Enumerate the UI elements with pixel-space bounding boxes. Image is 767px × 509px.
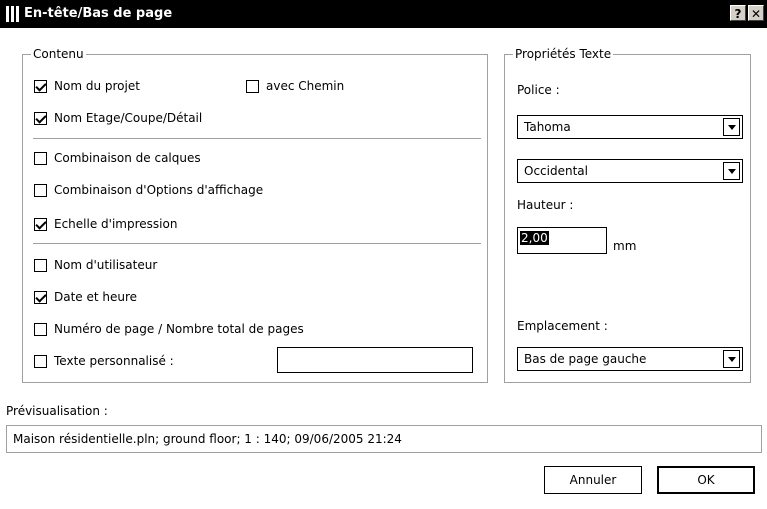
texte-perso-checkbox[interactable] (34, 354, 47, 368)
avec-chemin-label: avec Chemin (266, 79, 345, 93)
avec-chemin-option[interactable]: avec Chemin (246, 79, 344, 93)
combinaison-calques-label: Combinaison de calques (54, 151, 201, 165)
title-bar[interactable]: En-tête/Bas de page ? ✕ (0, 0, 767, 28)
nom-projet-checkbox[interactable] (34, 79, 47, 93)
contenu-group-title: Contenu (31, 47, 86, 61)
script-select[interactable]: Occidental (517, 159, 743, 183)
hauteur-unit: mm (613, 239, 637, 253)
combinaison-calques-option[interactable]: Combinaison de calques (34, 151, 201, 165)
nom-projet-option[interactable]: Nom du projet (34, 79, 140, 93)
echelle-option[interactable]: Echelle d'impression (34, 217, 177, 231)
nom-projet-label: Nom du projet (54, 79, 140, 93)
echelle-label: Echelle d'impression (54, 217, 178, 231)
nom-etage-checkbox[interactable] (34, 111, 47, 125)
nom-utilisateur-checkbox[interactable] (34, 258, 47, 272)
police-label: Police : (517, 83, 560, 97)
numero-page-label: Numéro de page / Nombre total de pages (54, 322, 304, 336)
combinaison-calques-checkbox[interactable] (34, 151, 47, 165)
nom-etage-option[interactable]: Nom Etage/Coupe/Détail (34, 111, 202, 125)
date-heure-option[interactable]: Date et heure (34, 290, 137, 304)
echelle-checkbox[interactable] (34, 217, 47, 231)
separator (33, 138, 481, 139)
combinaison-options-option[interactable]: Combinaison d'Options d'affichage (34, 183, 263, 197)
window-title: En-tête/Bas de page (24, 6, 173, 21)
numero-page-checkbox[interactable] (34, 322, 47, 336)
chevron-down-icon[interactable] (723, 162, 740, 180)
preview-text-field: Maison résidentielle.pln; ground floor; … (6, 425, 762, 453)
avec-chemin-checkbox[interactable] (246, 79, 259, 93)
preview-label: Prévisualisation : (6, 404, 108, 418)
texte-perso-label: Texte personnalisé : (54, 354, 174, 368)
nom-utilisateur-label: Nom d'utilisateur (54, 258, 158, 272)
hauteur-value: 2,00 (520, 231, 549, 245)
separator (33, 243, 481, 244)
combinaison-options-checkbox[interactable] (34, 183, 47, 197)
nom-utilisateur-option[interactable]: Nom d'utilisateur (34, 258, 157, 272)
texte-perso-input[interactable] (277, 347, 473, 373)
combinaison-options-label: Combinaison d'Options d'affichage (54, 183, 264, 197)
texte-perso-option[interactable]: Texte personnalisé : (34, 354, 174, 368)
cancel-button[interactable]: Annuler (544, 466, 642, 494)
proprietes-texte-group: Propriétés Texte Police : Tahoma Occiden… (504, 47, 751, 383)
chevron-down-icon[interactable] (723, 118, 740, 136)
emplacement-select[interactable]: Bas de page gauche (517, 347, 743, 371)
close-button[interactable]: ✕ (748, 5, 764, 21)
numero-page-option[interactable]: Numéro de page / Nombre total de pages (34, 322, 304, 336)
chevron-down-icon[interactable] (723, 350, 740, 368)
script-value: Occidental (524, 164, 588, 178)
dialog-window: En-tête/Bas de page ? ✕ Contenu Nom du p… (0, 0, 767, 509)
police-value: Tahoma (524, 120, 571, 134)
help-button[interactable]: ? (730, 5, 746, 21)
ok-button[interactable]: OK (657, 466, 755, 494)
date-heure-label: Date et heure (54, 290, 138, 304)
police-select[interactable]: Tahoma (517, 115, 743, 139)
date-heure-checkbox[interactable] (34, 290, 47, 304)
emplacement-value: Bas de page gauche (524, 352, 647, 366)
hauteur-input[interactable]: 2,00 (517, 227, 607, 254)
app-icon (6, 6, 20, 22)
hauteur-label: Hauteur : (517, 198, 574, 212)
contenu-group: Contenu Nom du projet avec Chemin Nom Et… (22, 47, 488, 383)
nom-etage-label: Nom Etage/Coupe/Détail (54, 111, 203, 125)
emplacement-label: Emplacement : (517, 319, 608, 333)
proprietes-texte-title: Propriétés Texte (513, 47, 614, 61)
